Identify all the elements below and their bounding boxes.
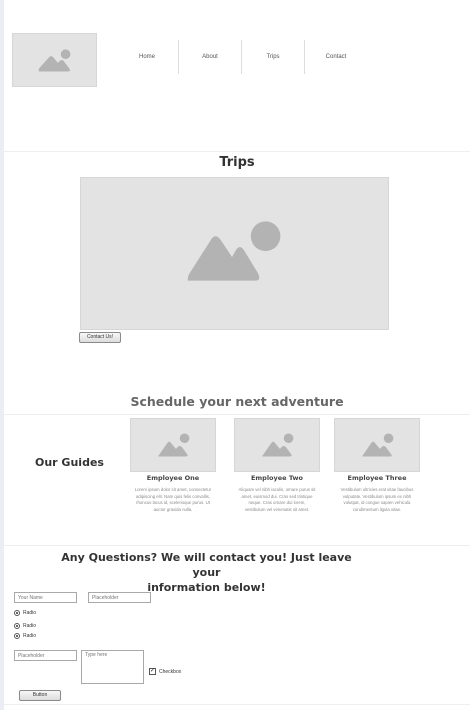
guides-title: Our Guides	[35, 456, 104, 469]
image-icon	[158, 433, 190, 457]
image-icon	[38, 49, 71, 72]
employee-two-photo	[234, 418, 320, 472]
employee-two-name: Employee Two	[250, 474, 304, 482]
employee-one-bio: Lorem ipsum dolor sit amet, consectetur …	[134, 487, 212, 513]
employee-two-bio: Aliquam vel nibh iaculis, ornare purus s…	[238, 487, 316, 513]
employee-three-bio: Vestibulum ultricies erat vitae faucibus…	[340, 487, 414, 513]
radio-button-1[interactable]	[14, 610, 20, 616]
trips-title: Trips	[219, 155, 255, 170]
placeholder-input[interactable]	[88, 592, 151, 603]
contact-title: Any Questions? We will contact you! Just…	[60, 550, 353, 595]
nav-trips[interactable]: Trips	[242, 40, 304, 74]
submit-button[interactable]: Button	[19, 690, 61, 701]
logo-image-placeholder	[12, 33, 97, 87]
employee-three-photo	[334, 418, 420, 472]
employee-one-photo	[130, 418, 216, 472]
trips-image-placeholder	[80, 177, 389, 330]
contact-us-button[interactable]: Contact Us!	[79, 332, 121, 343]
image-icon	[362, 433, 394, 457]
radio-button-3[interactable]	[14, 633, 20, 639]
radio-label-1: Radio	[23, 610, 37, 616]
name-input[interactable]	[14, 592, 77, 603]
header-divider	[4, 151, 470, 152]
left-edge-bar	[0, 0, 4, 710]
image-icon	[262, 433, 294, 457]
schedule-title: Schedule your next adventure	[130, 394, 344, 409]
placeholder-input-2[interactable]	[14, 650, 77, 661]
guides-divider	[4, 545, 470, 546]
nav-home[interactable]: Home	[116, 40, 178, 74]
schedule-divider	[4, 414, 470, 415]
message-textarea[interactable]	[81, 650, 144, 684]
checkbox-label: Checkbox	[159, 669, 182, 675]
contact-title-line-1: Any Questions? We will contact you! Just…	[61, 551, 352, 579]
footer-divider	[4, 704, 470, 705]
radio-button-2[interactable]	[14, 623, 20, 629]
checkbox[interactable]: ✓	[149, 668, 156, 675]
employee-three-name: Employee Three	[347, 474, 407, 482]
nav-about[interactable]: About	[179, 40, 241, 74]
nav-contact[interactable]: Contact	[305, 40, 367, 74]
employee-one-name: Employee One	[146, 474, 200, 482]
image-icon	[187, 221, 281, 281]
radio-label-3: Radio	[23, 633, 37, 639]
radio-label-2: Radio	[23, 623, 37, 629]
